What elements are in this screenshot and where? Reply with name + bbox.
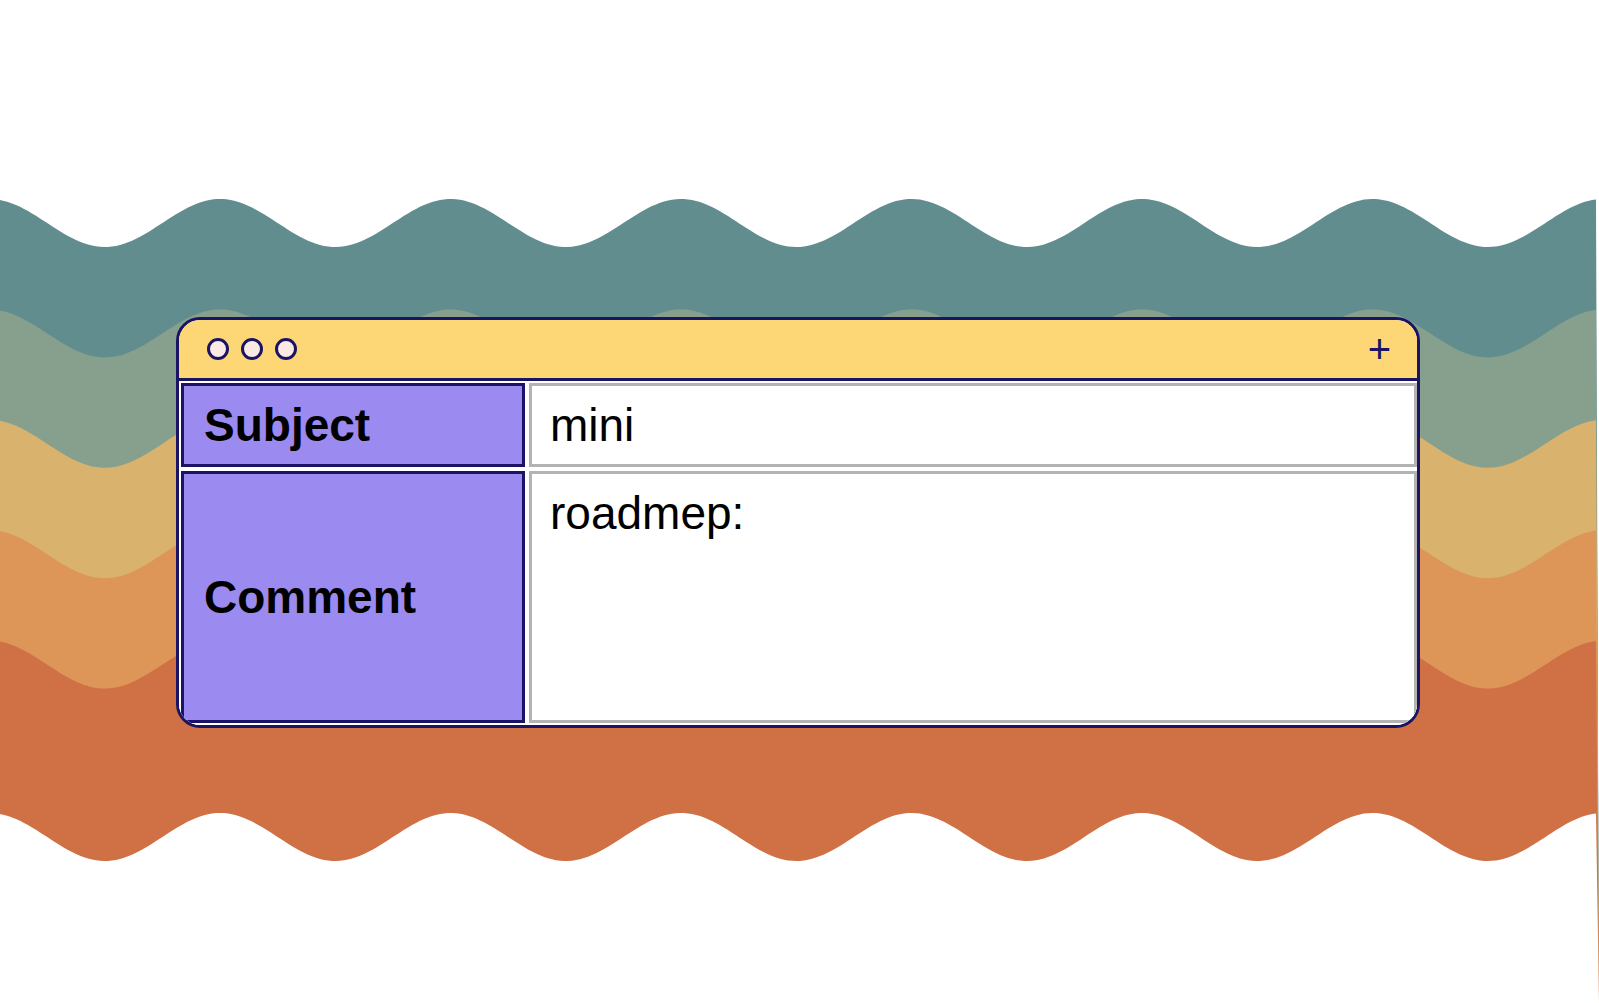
window-control-icon[interactable]: [275, 338, 297, 360]
window-controls: [207, 338, 297, 360]
field-label: Comment: [181, 471, 525, 723]
field-value[interactable]: mini: [529, 383, 1417, 467]
field-label: Subject: [181, 383, 525, 467]
add-button[interactable]: +: [1362, 327, 1397, 371]
wave-band: [0, 420, 1599, 1003]
window-control-icon[interactable]: [241, 338, 263, 360]
form-table: SubjectminiCommentroadmep:: [179, 381, 1417, 725]
wave-band: [0, 199, 1599, 1003]
page: + SubjectminiCommentroadmep:: [0, 0, 1599, 1003]
form-window: + SubjectminiCommentroadmep:: [176, 317, 1420, 728]
field-value[interactable]: roadmep:: [529, 471, 1417, 723]
window-control-icon[interactable]: [207, 338, 229, 360]
title-bar: +: [179, 320, 1417, 381]
wave-bottom: [0, 813, 1599, 1003]
wave-band: [0, 309, 1599, 1003]
